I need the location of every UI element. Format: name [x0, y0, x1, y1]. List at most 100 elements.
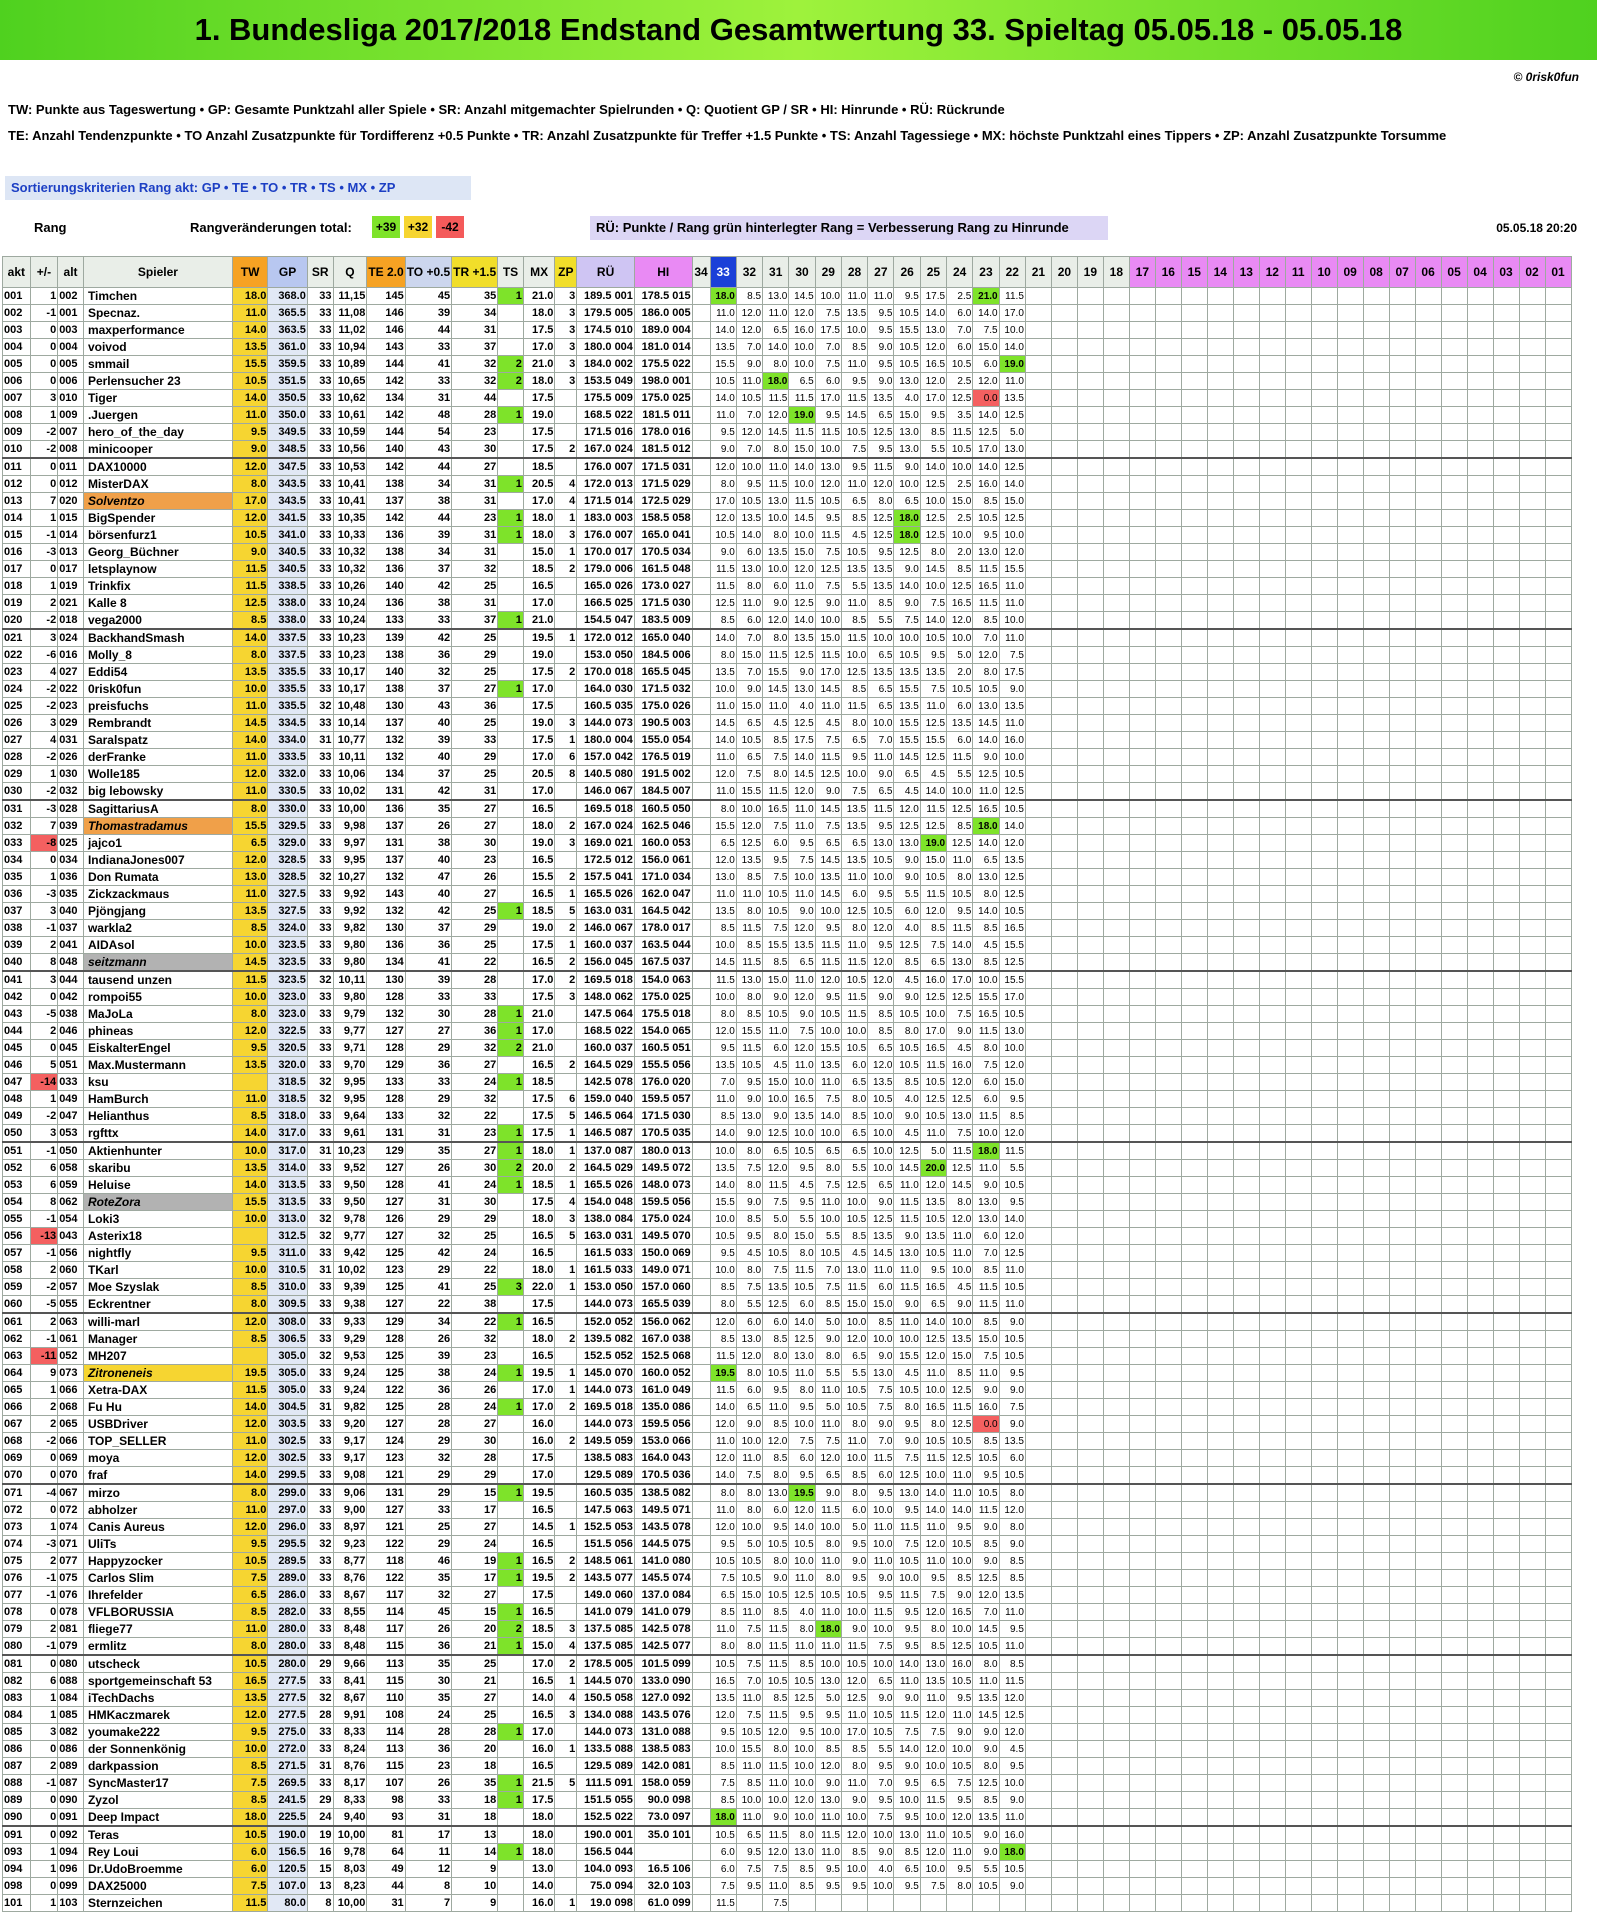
cell-week-score: [1466, 1723, 1494, 1741]
cell-week-score: 10.0: [762, 1791, 790, 1809]
cell-week-score: [1414, 1518, 1442, 1536]
cell-week-score: [1414, 1056, 1442, 1074]
cell-week-score: [1024, 646, 1052, 664]
cell-gp: 304.5: [267, 1398, 308, 1416]
cell-week-score: [1466, 355, 1494, 373]
cell-week-score: 14.0: [788, 1518, 816, 1536]
cell-week-score: [1388, 953, 1416, 972]
cell-hi: [633, 1843, 693, 1861]
cell-sr: 33: [306, 885, 334, 903]
cell-week-score: [1492, 1757, 1520, 1775]
cell-to: 34: [404, 1312, 453, 1331]
table-row: 021 3 024 BackhandSmash 14.0 337.5 33 10,23 139 4…: [2, 628, 1597, 647]
cell-week-score: [1284, 1808, 1312, 1827]
cell-alt: 002: [57, 287, 84, 305]
cell-week-score: 12.5: [946, 389, 974, 407]
cell-week-34: [691, 372, 711, 390]
cell-week-score: [1336, 885, 1364, 903]
cell-d: -1: [29, 1569, 59, 1587]
cell-week-score: [1414, 1877, 1442, 1895]
cell-week-score: [1440, 1552, 1468, 1570]
cell-week-score: [1544, 1603, 1572, 1621]
table-row: 069 0 069 moya 12.0 302.5 33 9,17 123 32 28 17.5 138…: [2, 1449, 1597, 1467]
cell-week-score: 15.0: [972, 1330, 1000, 1348]
cell-week-score: [1154, 287, 1182, 305]
cell-week-score: [1310, 799, 1338, 818]
cell-tr: 36: [451, 1022, 499, 1040]
cell-week-score: 12.5: [735, 834, 764, 852]
cell-sr: 33: [306, 611, 334, 630]
cell-week-score: 9.5: [919, 1569, 948, 1587]
cell-week-score: [1284, 1449, 1312, 1467]
cell-week-score: [1206, 1432, 1234, 1450]
cell-week-score: 13.0: [893, 834, 921, 852]
cell-rue: 159.0 040: [576, 1090, 635, 1108]
cell-week-score: 14.0: [919, 457, 948, 476]
cell-rue: 161.5 033: [576, 1244, 635, 1262]
cell-week-score: [1050, 714, 1078, 732]
cell-week-score: [1466, 697, 1494, 715]
cell-week-score: 14.0: [788, 1312, 816, 1331]
cell-week-score: [1154, 1210, 1182, 1228]
cell-week-score: [1492, 1039, 1520, 1057]
cell-mx: 17.0: [522, 1381, 556, 1399]
cell-week-score: [1440, 1398, 1468, 1416]
cell-zp: 1: [554, 731, 578, 749]
cell-ts: [497, 1808, 524, 1827]
cell-rue: 139.5 082: [576, 1330, 635, 1348]
cell-q: 9,52: [332, 1159, 368, 1177]
cell-d: -1: [29, 526, 59, 544]
cell-week-score: [1388, 1552, 1416, 1570]
cell-name: hero_of_the_day: [82, 423, 233, 441]
cell-week-score: 8.5: [814, 1295, 842, 1314]
cell-week-score: [1310, 817, 1338, 835]
cell-tw: 10.5: [231, 1654, 269, 1673]
cell-week-score: [1050, 1073, 1078, 1091]
cell-week-score: 13.0: [840, 1261, 869, 1279]
cell-zp: 3: [554, 287, 578, 305]
cell-tr: 20: [451, 1740, 499, 1758]
cell-week-score: [1466, 1603, 1494, 1621]
cell-week-score: 14.5: [788, 287, 816, 305]
cell-week-34: [691, 1808, 711, 1827]
cell-week-score: [1024, 1740, 1052, 1758]
table-row: 017 0 017 letsplaynow 11.5 340.5 33 10,32 136 37 3…: [2, 560, 1597, 578]
cell-week-score: [1310, 919, 1338, 937]
cell-week-score: [1440, 885, 1468, 903]
cell-week-score: [1310, 1056, 1338, 1074]
cell-akt: 042: [2, 988, 31, 1006]
cell-mx: 16.5: [522, 851, 556, 869]
cell-week-score: [1362, 1466, 1390, 1485]
cell-gp: 317.0: [267, 1124, 308, 1143]
cell-week-score: 11.0: [814, 1843, 842, 1861]
cell-mx: 16.5: [522, 1603, 556, 1621]
cell-week-score: 13.5: [998, 851, 1026, 869]
cell-week-score: [1544, 1159, 1572, 1177]
cell-mx: 14.0: [522, 1689, 556, 1707]
cell-tr: 26: [451, 868, 499, 886]
cell-tr: 29: [451, 1210, 499, 1228]
cell-week-score: 8.0: [814, 1159, 842, 1177]
cell-tr: 22: [451, 1312, 499, 1331]
cell-hi: 175.0 025: [633, 389, 693, 407]
cell-week-score: [1024, 1159, 1052, 1177]
cell-sr: 33: [306, 1501, 334, 1519]
cell-week-score: 2.5: [946, 287, 974, 305]
table-row: 088 -1 087 SyncMaster17 7.5 269.5 33 8,17 107 26 3…: [2, 1774, 1597, 1792]
cell-week-score: [1310, 1261, 1338, 1279]
cell-week-score: [1180, 1107, 1208, 1125]
cell-week-score: [1128, 988, 1156, 1006]
cell-week-score: [1076, 1364, 1104, 1382]
cell-week-score: 9.0: [972, 1176, 1000, 1194]
cell-q: 8,41: [332, 1672, 368, 1690]
cell-week-score: [1102, 1398, 1130, 1416]
cell-week-score: 11.0: [814, 1415, 842, 1433]
cell-mx: 18.0: [522, 1210, 556, 1228]
cell-week-score: 8.5: [972, 492, 1000, 510]
cell-mx: 19.0: [522, 406, 556, 424]
cell-week-score: [1076, 1347, 1104, 1365]
cell-week-score: [1258, 1877, 1286, 1895]
cell-week-score: [1544, 1706, 1572, 1724]
cell-week-score: [1414, 577, 1442, 595]
cell-to: 45: [404, 287, 453, 305]
